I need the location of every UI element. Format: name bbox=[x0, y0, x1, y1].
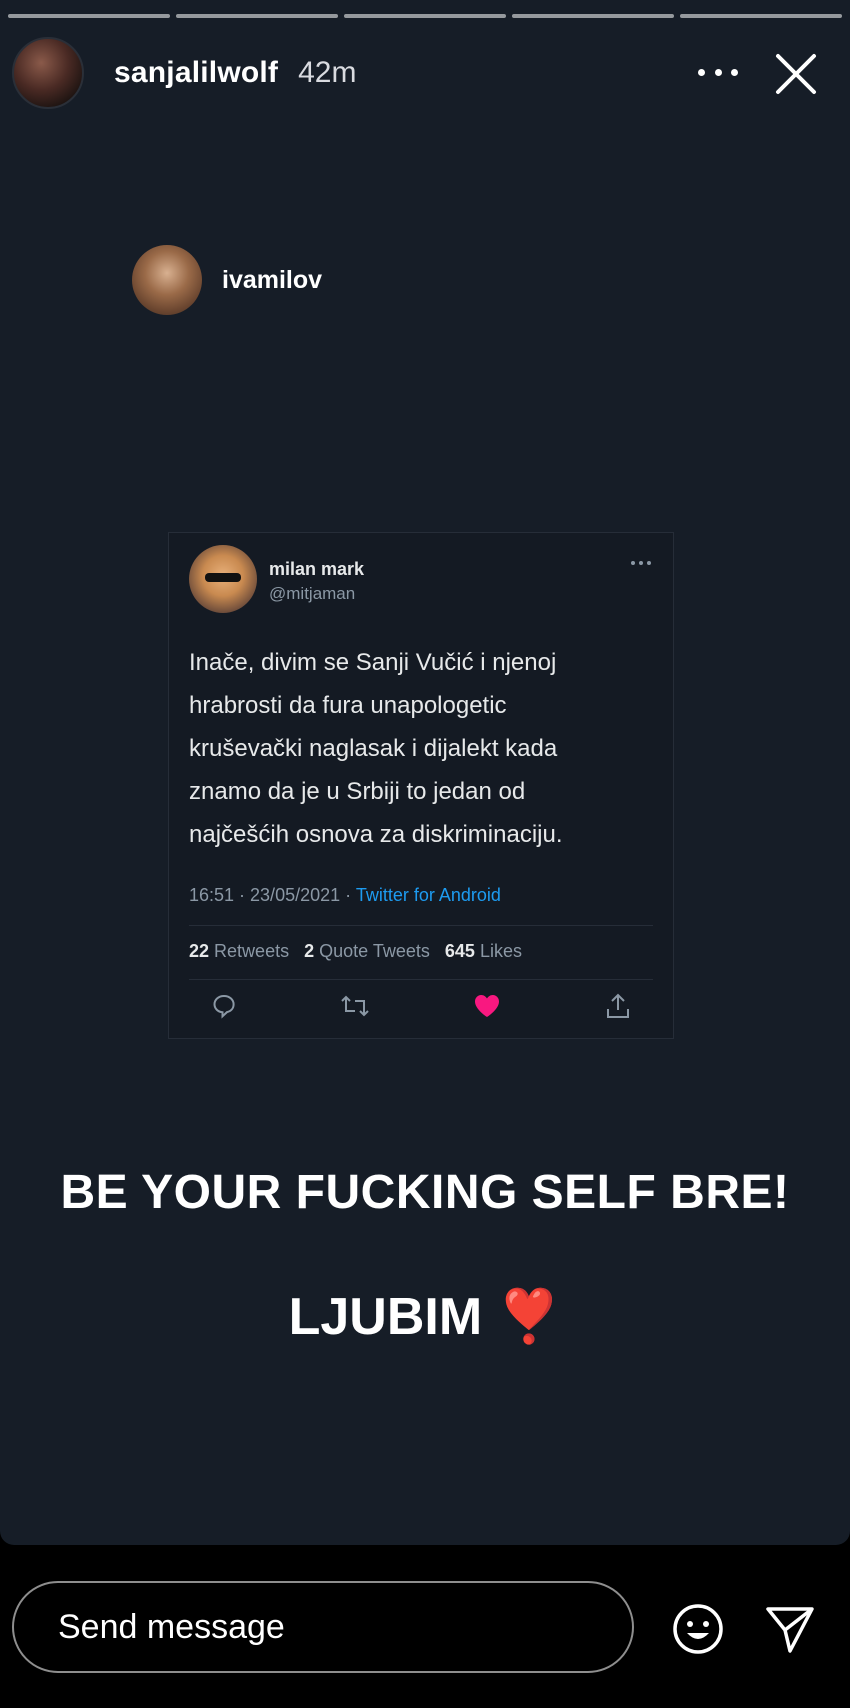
share-icon bbox=[603, 991, 633, 1021]
send-message-input[interactable]: Send message bbox=[12, 1581, 634, 1673]
tweet-stats: 22 Retweets 2 Quote Tweets 645 Likes bbox=[189, 941, 522, 962]
heart-exclamation-icon: ❣️ bbox=[496, 1288, 562, 1346]
progress-segment bbox=[344, 14, 506, 18]
caption-text: LJUBIM bbox=[288, 1288, 483, 1346]
reshare-avatar bbox=[132, 245, 202, 315]
author-avatar[interactable] bbox=[12, 37, 84, 109]
divider bbox=[189, 979, 653, 980]
tweet-author-handle: @mitjaman bbox=[269, 584, 356, 603]
story-frame: sanjalilwolf 42m ivamilov milan mark @mi… bbox=[0, 0, 850, 1545]
more-horizontal-icon[interactable] bbox=[698, 60, 738, 84]
close-icon[interactable] bbox=[772, 50, 820, 98]
divider bbox=[189, 925, 653, 926]
story-caption-second: LJUBIM ❣️ bbox=[0, 1286, 850, 1347]
tweet-date: 16:51 · 23/05/2021 · bbox=[189, 885, 356, 905]
tweet-author-name: milan mark bbox=[269, 559, 365, 579]
heart-icon bbox=[472, 991, 502, 1021]
reply-bar: Send message bbox=[0, 1545, 850, 1708]
tweet-timestamp: 16:51 · 23/05/2021 · Twitter for Android bbox=[189, 885, 501, 906]
tweet-text-line: kruševački naglasak i dijalekt kada bbox=[189, 735, 558, 762]
retweets-count: 22 bbox=[189, 941, 210, 961]
story-caption: BE YOUR FUCKING SELF BRE! bbox=[60, 1166, 790, 1219]
send-icon[interactable] bbox=[762, 1601, 818, 1657]
reshare-username: ivamilov bbox=[222, 265, 323, 294]
tweet-source: Twitter for Android bbox=[355, 885, 501, 905]
tweet-card[interactable]: milan mark @mitjaman Inače, divim se San… bbox=[168, 532, 674, 1039]
likes-label: Likes bbox=[479, 941, 522, 961]
likes-count: 645 bbox=[444, 941, 475, 961]
story-progress-bar bbox=[8, 14, 842, 18]
tweet-text-line: najčešćih osnova za diskriminaciju. bbox=[189, 821, 563, 848]
post-time: 42m bbox=[298, 56, 357, 89]
progress-segment bbox=[680, 14, 842, 18]
tweet-text-line: hrabrosti da fura unapologetic bbox=[189, 692, 507, 719]
tweet-text-line: Inače, divim se Sanji Vučić i njenoj bbox=[189, 649, 557, 676]
smiley-icon[interactable] bbox=[670, 1601, 726, 1657]
progress-segment bbox=[512, 14, 674, 18]
quotes-count: 2 bbox=[304, 941, 315, 961]
author-username[interactable]: sanjalilwolf bbox=[114, 56, 278, 90]
story-header: sanjalilwolf 42m bbox=[12, 37, 838, 109]
tweet-more-icon bbox=[631, 561, 651, 567]
tweet-author-avatar bbox=[189, 545, 257, 613]
reshared-from[interactable]: ivamilov bbox=[132, 245, 322, 315]
progress-segment bbox=[176, 14, 338, 18]
retweets-label: Retweets bbox=[214, 941, 290, 961]
reply-icon bbox=[209, 991, 239, 1021]
tweet-actions bbox=[209, 991, 633, 1021]
progress-segment bbox=[8, 14, 170, 18]
tweet-text: Inače, divim se Sanji Vučić i njenoj hra… bbox=[189, 641, 659, 856]
quotes-label: Quote Tweets bbox=[319, 941, 430, 961]
retweet-icon bbox=[340, 991, 370, 1021]
tweet-text-line: znamo da je u Srbiji to jedan od bbox=[189, 778, 526, 805]
